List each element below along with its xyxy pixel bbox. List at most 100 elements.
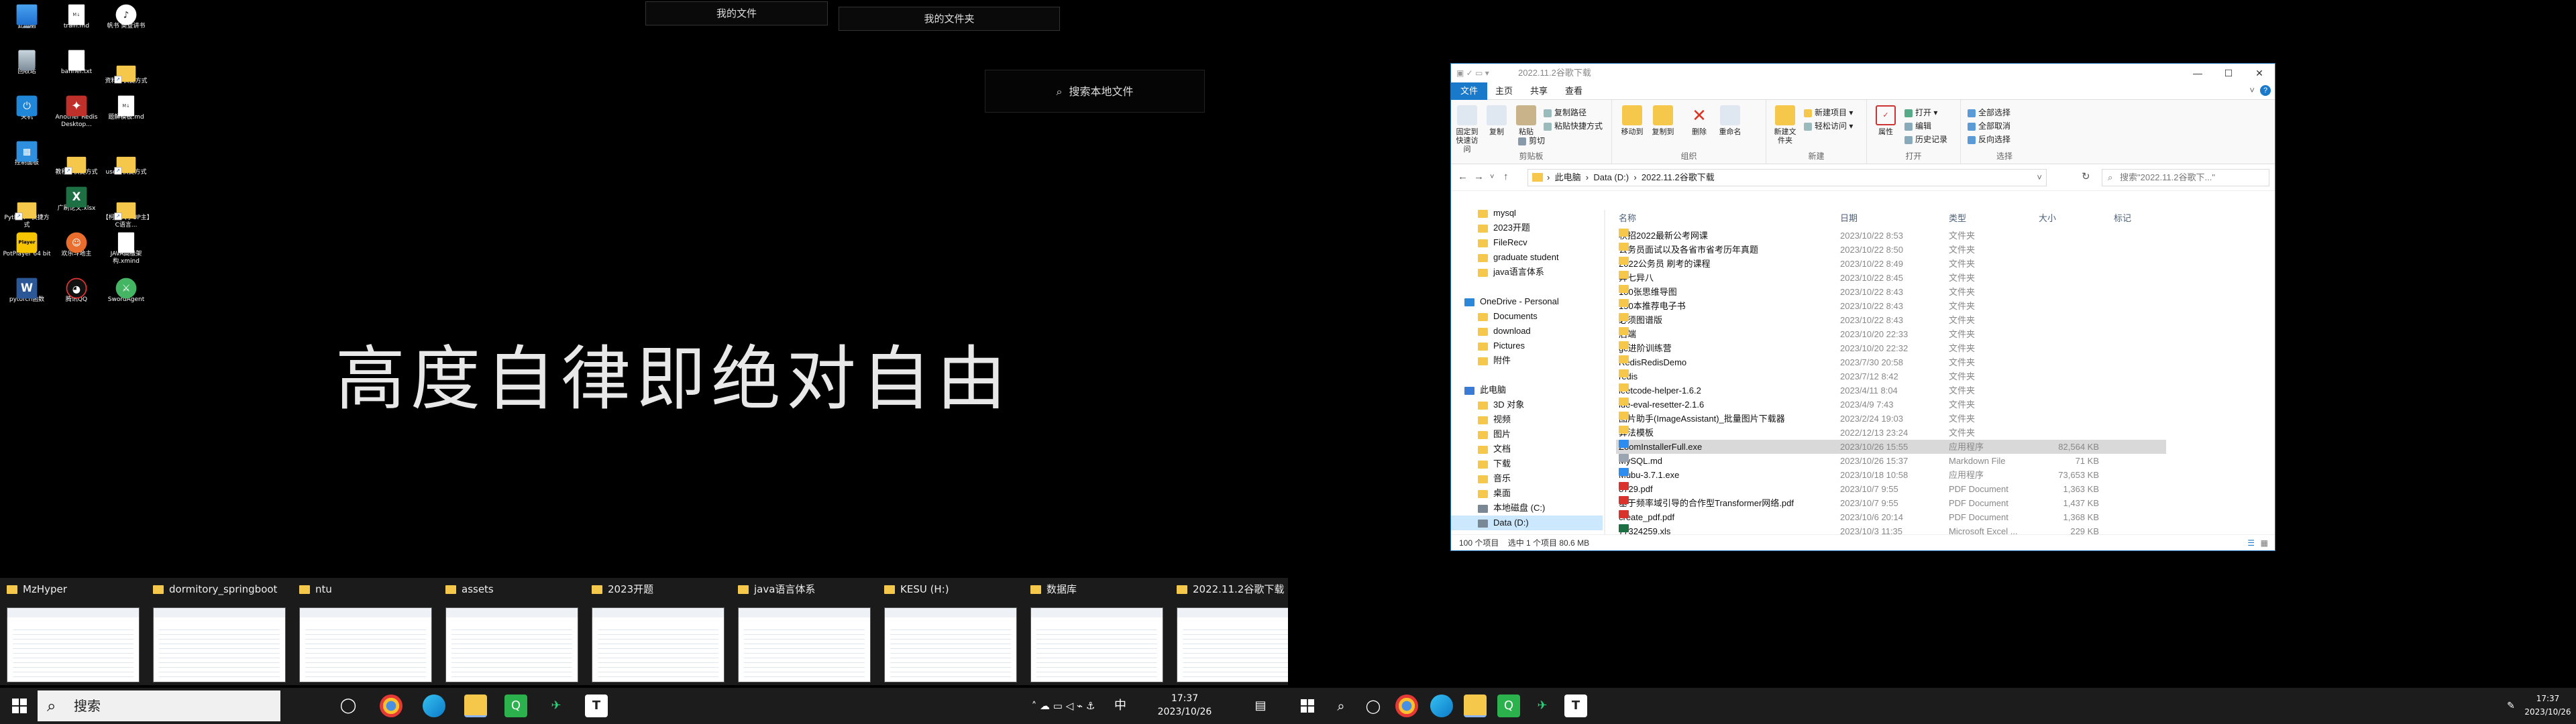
large-icons-view-icon[interactable]: ▦ (2261, 535, 2268, 551)
my-folder-button[interactable]: 我的文件夹 (839, 7, 1060, 31)
edge-icon[interactable] (423, 695, 445, 717)
nav-item[interactable]: graduate student (1451, 250, 1603, 265)
nav-item[interactable]: 附件 (1451, 353, 1603, 368)
file-row[interactable]: 150本推荐电子书 2023/10/22 8:43 文件夹 (1616, 299, 2166, 313)
nav-item[interactable]: java语言体系 (1451, 265, 1603, 280)
up-arrow-icon[interactable]: ↑ (1503, 171, 1509, 182)
column-header-name[interactable]: 名称 (1619, 210, 1636, 227)
nav-item[interactable]: Data (D:) (1451, 516, 1603, 530)
task-view-window[interactable]: assets (440, 578, 585, 685)
file-row[interactable]: redis 2023/7/12 8:42 文件夹 (1616, 369, 2166, 383)
desktop-icon[interactable]: Wpytorch函数 (3, 274, 51, 354)
select-none-button[interactable]: 全部取消 (1968, 120, 2010, 131)
move-to-button[interactable]: 移动到 (1619, 105, 1646, 137)
breadcrumb-item[interactable]: 2022.11.2谷歌下载 (1642, 172, 1715, 182)
desktop-icon[interactable]: ⚔ SwordAgent (102, 274, 150, 354)
tab-file[interactable]: 文件 (1451, 82, 1488, 100)
file-row[interactable]: RedisRedisDemo 2023/7/30 20:58 文件夹 (1616, 355, 2166, 369)
task-view-window[interactable]: java语言体系 (733, 578, 877, 685)
task-view-window[interactable]: dormitory_springboot (148, 578, 292, 685)
column-header-tags[interactable]: 标记 (2114, 210, 2131, 227)
file-row[interactable]: leetcode-helper-1.6.2 2023/4/11 8:04 文件夹 (1616, 383, 2166, 398)
pen-icon[interactable]: ✎ (2502, 688, 2520, 724)
start-button[interactable] (1296, 695, 1319, 717)
typora-icon[interactable]: T (1564, 695, 1587, 717)
start-button[interactable] (8, 695, 31, 717)
chrome-icon[interactable] (1395, 695, 1418, 717)
file-row[interactable]: 2022公务员 刷考的课程 2023/10/22 8:49 文件夹 (1616, 257, 2166, 271)
input-language[interactable]: 中 (1106, 688, 1135, 724)
nav-item[interactable]: 下载 (1451, 457, 1603, 471)
nav-item[interactable]: 本地磁盘 (C:) (1451, 501, 1603, 516)
recent-dropdown-icon[interactable]: ˅ (1490, 173, 1494, 181)
tab-home[interactable]: 主页 (1486, 82, 1522, 100)
file-row[interactable]: create_pdf.pdf 2023/10/6 20:14 PDF Documen… (1616, 510, 2166, 524)
nav-item[interactable]: OneDrive - Personal (1451, 294, 1603, 309)
file-row[interactable]: 后端 2023/10/20 22:33 文件夹 (1616, 327, 2166, 341)
qq-browser-icon[interactable]: Q (1497, 695, 1520, 717)
paste-shortcut-button[interactable]: 粘贴快捷方式 (1544, 120, 1603, 131)
easy-access-button[interactable]: 轻松访问 ▾ (1804, 120, 1853, 131)
nav-item[interactable]: 音乐 (1451, 471, 1603, 486)
explorer-search-field[interactable]: ⌕ 搜索"2022.11.2谷歌下..." (2102, 169, 2269, 186)
file-row[interactable]: MySQL.md 2023/10/26 15:37 Markdown File 71 … (1616, 454, 2166, 468)
close-button[interactable]: ✕ (2244, 64, 2275, 82)
nav-item[interactable]: 此电脑 (1451, 383, 1603, 398)
file-row[interactable]: Mubu-3.7.1.exe 2023/10/18 10:58 应用程序 73,653… (1616, 468, 2166, 482)
task-view-window[interactable]: 数据库 (1025, 578, 1170, 685)
invert-selection-button[interactable]: 反向选择 (1968, 133, 2010, 145)
explorer-titlebar[interactable]: ▣ ✓ ▭ ▾ 2022.11.2谷歌下载 — ☐ ✕ (1451, 64, 2275, 82)
edit-button[interactable]: 编辑 (1904, 120, 1931, 131)
nav-item[interactable]: 视频 (1451, 412, 1603, 427)
nav-item[interactable]: FileRecv (1451, 235, 1603, 250)
file-row[interactable]: 77324259.xls 2023/10/3 11:35 Microsoft Exc… (1616, 524, 2166, 534)
pin-quick-access-button[interactable]: 固定到快速访问 (1454, 105, 1481, 154)
file-row[interactable]: ide-eval-resetter-2.1.6 2023/4/9 7:43 文件夹 (1616, 398, 2166, 412)
chrome-icon[interactable] (380, 695, 402, 717)
file-row[interactable]: 基于频率域引导的合作型Transformer网络.pdf 2023/10/7 9:… (1616, 496, 2166, 510)
file-row[interactable]: gc进阶训练营 2023/10/20 22:32 文件夹 (1616, 341, 2166, 355)
local-search-box[interactable]: ⌕ 搜索本地文件 (985, 70, 1205, 113)
task-view-window[interactable]: ntu (294, 578, 439, 685)
ribbon-expand-icon[interactable]: ˅ (2249, 85, 2255, 95)
task-view-window[interactable]: 2023开题 (586, 578, 731, 685)
refresh-icon[interactable]: ↻ (2082, 170, 2090, 182)
nav-scrollbar[interactable] (1604, 210, 1605, 534)
new-item-button[interactable]: 新建项目 ▾ (1804, 107, 1853, 118)
copy-path-button[interactable]: 复制路径 (1544, 107, 1587, 118)
file-row[interactable]: 8729.pdf 2023/10/7 9:55 PDF Document 1,363 … (1616, 482, 2166, 496)
edge-icon[interactable] (1430, 695, 1453, 717)
typora-icon[interactable]: T (585, 695, 608, 717)
address-dropdown-icon[interactable]: ˅ (2037, 170, 2042, 186)
help-icon[interactable]: ? (2260, 85, 2271, 96)
file-row[interactable]: 图片助手(ImageAssistant)_批量图片下载器 2023/2/24 19… (1616, 412, 2166, 426)
details-view-icon[interactable]: ☰ (2247, 535, 2255, 551)
minimize-button[interactable]: — (2182, 64, 2213, 82)
column-header-type[interactable]: 类型 (1949, 210, 1966, 227)
file-row[interactable]: 公务员面试以及各省市省考历年真题 2023/10/22 8:50 文件夹 (1616, 243, 2166, 257)
new-folder-button[interactable]: 新建文件夹 (1772, 105, 1799, 145)
system-tray-icons[interactable]: ˄ ☁ ▭ ◁ ⌁ ⚓ (1026, 688, 1100, 724)
breadcrumb-item[interactable]: Data (D:) (1593, 172, 1629, 182)
notification-icon[interactable]: ▤ (1249, 688, 1272, 724)
rename-button[interactable]: 重命名 (1717, 105, 1743, 137)
column-header-size[interactable]: 大小 (2039, 210, 2056, 227)
clock[interactable]: 17:37 2023/10/26 (2524, 688, 2572, 724)
nav-item[interactable]: download (1451, 324, 1603, 339)
address-bar[interactable]: › 此电脑 › Data (D:) › 2022.11.2谷歌下载 ˅ (1527, 169, 2047, 186)
open-button[interactable]: 打开 ▾ (1904, 107, 1937, 118)
file-row[interactable]: 算法模板 2022/12/13 23:24 文件夹 (1616, 426, 2166, 440)
copy-button[interactable]: 复制 (1483, 105, 1510, 137)
properties-button[interactable]: ✓ 属性 (1872, 105, 1899, 137)
clock[interactable]: 17:37 2023/10/26 (1147, 688, 1222, 724)
task-view-window[interactable]: MzHyper (1, 578, 146, 685)
nav-item[interactable]: mysql (1451, 210, 1603, 221)
qq-browser-icon[interactable]: Q (504, 695, 527, 717)
file-row[interactable]: 秋招2022最新公考网课 2023/10/22 8:53 文件夹 (1616, 229, 2166, 243)
breadcrumb-item[interactable]: 此电脑 (1555, 172, 1581, 182)
back-arrow-icon[interactable]: ← (1458, 171, 1468, 182)
search-icon[interactable]: ⌕ (1330, 695, 1352, 717)
column-header-date[interactable]: 日期 (1840, 210, 1858, 227)
cut-button[interactable]: 剪切 (1518, 135, 1545, 146)
select-all-button[interactable]: 全部选择 (1968, 107, 2010, 118)
